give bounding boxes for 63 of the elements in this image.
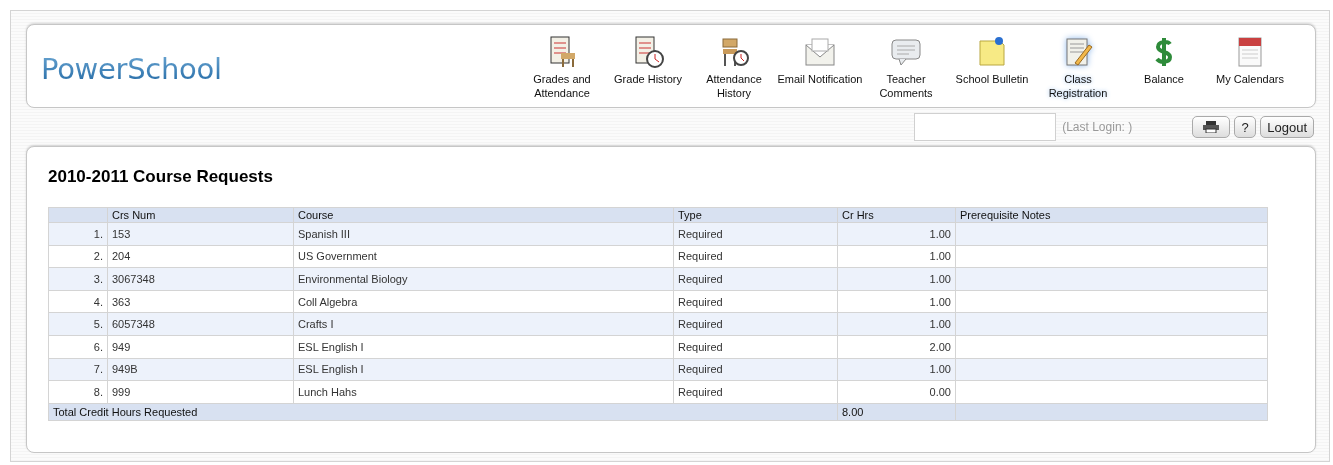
table-cell: 0.00 bbox=[837, 380, 956, 404]
nav-item[interactable]: Class Registration bbox=[1035, 35, 1121, 100]
column-header: Prerequisite Notes bbox=[955, 207, 1268, 223]
table-cell: Lunch Hahs bbox=[293, 380, 674, 404]
nav-item[interactable]: Balance bbox=[1121, 35, 1207, 100]
row-number: 5. bbox=[48, 312, 108, 336]
logout-button[interactable]: Logout bbox=[1260, 116, 1314, 138]
table-cell: 1.00 bbox=[837, 222, 956, 246]
nav-item[interactable]: Grade History bbox=[605, 35, 691, 100]
table-cell: Environmental Biology bbox=[293, 267, 674, 291]
table-cell: Required bbox=[673, 245, 838, 268]
row-number: 6. bbox=[48, 335, 108, 359]
table-cell: Crafts I bbox=[293, 312, 674, 336]
table-cell: 949 bbox=[107, 335, 294, 359]
header-cell bbox=[48, 207, 108, 223]
row-number: 7. bbox=[48, 358, 108, 381]
table-cell: 2.00 bbox=[837, 335, 956, 359]
input-field[interactable] bbox=[914, 113, 1057, 141]
table-cell: Required bbox=[673, 267, 838, 291]
row-number: 2. bbox=[48, 245, 108, 268]
table-cell: 3067348 bbox=[107, 267, 294, 291]
table-cell: 204 bbox=[107, 245, 294, 268]
table-cell: 949B bbox=[107, 358, 294, 381]
column-header: Course bbox=[293, 207, 674, 223]
nav-item[interactable]: Teacher Comments bbox=[863, 35, 949, 100]
table-cell: 1.00 bbox=[837, 267, 956, 291]
table-cell: Required bbox=[673, 312, 838, 336]
printer-icon bbox=[1203, 121, 1220, 133]
table-cell: 1.00 bbox=[837, 312, 956, 336]
table-cell: 6057348 bbox=[107, 312, 294, 336]
page-title: 2010-2011 Course Requests bbox=[48, 167, 274, 187]
row-number: 1. bbox=[48, 222, 108, 246]
row-number: 8. bbox=[48, 380, 108, 404]
table-cell: ESL English I bbox=[293, 335, 674, 359]
table-cell: 1.00 bbox=[837, 358, 956, 381]
table-cell: 363 bbox=[107, 290, 294, 313]
table-cell: Required bbox=[673, 290, 838, 313]
nav-item[interactable]: Grades and Attendance bbox=[519, 35, 605, 100]
nav-item[interactable]: My Calendars bbox=[1207, 35, 1293, 100]
table-cell: Required bbox=[673, 222, 838, 246]
table-cell: 1.00 bbox=[837, 290, 956, 313]
last-login-text: (Last Login: ) bbox=[1062, 120, 1133, 134]
nav-item[interactable]: Attendance History bbox=[691, 35, 777, 100]
table-cell: 999 bbox=[107, 380, 294, 404]
column-header: Cr Hrs bbox=[837, 207, 956, 223]
row-number: 4. bbox=[48, 290, 108, 313]
table-cell: US Government bbox=[293, 245, 674, 268]
print-button[interactable] bbox=[1192, 116, 1231, 138]
table-cell: 1.00 bbox=[837, 245, 956, 268]
row-number: 3. bbox=[48, 267, 108, 291]
table-cell: Required bbox=[673, 380, 838, 404]
table-cell: Coll Algebra bbox=[293, 290, 674, 313]
column-header: Crs Num bbox=[107, 207, 294, 223]
table-cell: 153 bbox=[107, 222, 294, 246]
nav-item[interactable]: School Bulletin bbox=[949, 35, 1035, 100]
table-cell: ESL English I bbox=[293, 358, 674, 381]
table-cell: Spanish III bbox=[293, 222, 674, 246]
help-button[interactable]: ? bbox=[1234, 116, 1257, 138]
column-header: Type bbox=[673, 207, 838, 223]
nav-item[interactable]: Email Notification bbox=[777, 35, 863, 100]
nav-icon bbox=[803, 35, 837, 69]
table-cell: Required bbox=[673, 358, 838, 381]
table-cell: Required bbox=[673, 335, 838, 359]
